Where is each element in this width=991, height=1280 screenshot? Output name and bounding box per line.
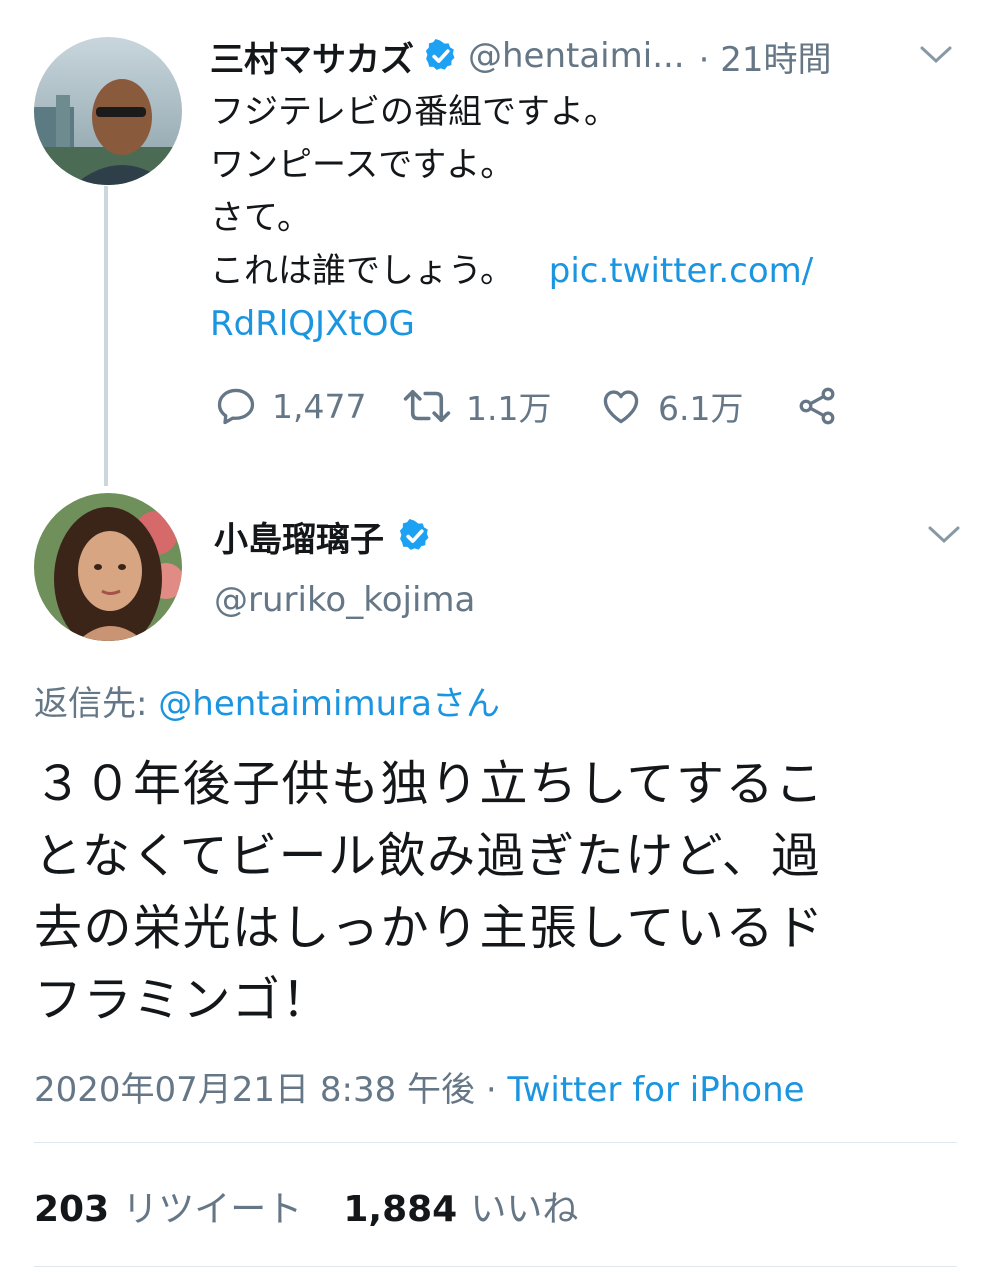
retweet-action[interactable]: 1.1万 xyxy=(402,382,598,430)
tweet1-actions: 1,477 1.1万 6.1万 xyxy=(214,380,840,432)
tweet1-body: フジテレビの番組ですよ。 ワンピースですよ。 さて。 これは誰でしょう。 pic… xyxy=(210,86,910,351)
reply-count: 1,477 xyxy=(272,386,367,426)
author-handle[interactable]: @hentaimi... xyxy=(468,36,685,76)
author-name[interactable]: 三村マサカズ xyxy=(210,32,414,81)
share-icon[interactable] xyxy=(794,384,840,428)
divider xyxy=(34,1142,957,1143)
reply-to-label: 返信先: xyxy=(34,684,159,724)
tweet-text-line: 去の栄光はしっかり主張しているド xyxy=(34,900,825,956)
like-count: 6.1万 xyxy=(658,389,744,428)
retweet-icon xyxy=(403,389,451,423)
media-link-cont[interactable]: RdRlQJXtOG xyxy=(210,298,910,351)
reply-action[interactable]: 1,477 xyxy=(214,384,402,428)
tweet-text-line: ワンピースですよ。 xyxy=(210,145,515,185)
thread-line xyxy=(104,186,108,486)
reply-icon xyxy=(217,388,255,425)
chevron-down-icon[interactable] xyxy=(918,42,954,66)
tweet-text-line: フジテレビの番組ですよ。 xyxy=(210,92,618,132)
tweet-text-line: ３０年後子供も独り立ちしてするこ xyxy=(34,756,825,812)
tweet-text-line: これは誰でしょう。 xyxy=(210,251,514,291)
like-stat[interactable]: 1,884 いいね xyxy=(343,1189,578,1230)
reply-to: 返信先: @hentaimimuraさん xyxy=(34,676,500,725)
verified-badge-icon xyxy=(425,39,455,70)
tweet-text-line: となくてビール飲み過ぎたけど、過 xyxy=(34,828,821,884)
like-label: いいね xyxy=(470,1189,579,1230)
media-link[interactable]: pic.twitter.com/ xyxy=(549,251,813,291)
heart-icon xyxy=(603,390,639,424)
tweet2-text: ３０年後子供も独り立ちしてするこ となくてビール飲み過ぎたけど、過 去の栄光はし… xyxy=(34,748,974,1036)
chevron-down-icon[interactable] xyxy=(926,522,962,546)
divider xyxy=(34,1266,957,1267)
tweet2-header: 小島瑠璃子 xyxy=(214,510,432,562)
retweet-count: 1.1万 xyxy=(466,389,552,428)
retweet-label: リツイート xyxy=(122,1189,303,1230)
engagement-stats: 203 リツイート 1,884 いいね xyxy=(34,1180,578,1232)
avatar-mimura[interactable] xyxy=(34,37,182,185)
tweet1-header: 三村マサカズ @hentaimi... · 21時間 xyxy=(210,30,832,82)
tweet-text-line: フラミンゴ！ xyxy=(34,972,332,1028)
author-handle[interactable]: @ruriko_kojima xyxy=(214,580,475,620)
timestamp[interactable]: 2020年07月21日 8:38 午後 · xyxy=(34,1070,507,1110)
like-action[interactable]: 6.1万 xyxy=(598,382,794,430)
tweet-time[interactable]: · 21時間 xyxy=(699,32,832,81)
author-name[interactable]: 小島瑠璃子 xyxy=(214,512,384,561)
like-count: 1,884 xyxy=(343,1189,458,1230)
verified-badge-icon xyxy=(399,519,429,550)
avatar-kojima[interactable] xyxy=(34,493,182,641)
retweet-stat[interactable]: 203 リツイート xyxy=(34,1189,307,1230)
tweet-meta: 2020年07月21日 8:38 午後 · Twitter for iPhone xyxy=(34,1062,805,1111)
source-link[interactable]: Twitter for iPhone xyxy=(507,1070,804,1110)
retweet-count: 203 xyxy=(34,1189,110,1230)
reply-to-handle[interactable]: @hentaimimuraさん xyxy=(158,684,500,724)
tweet-text-line: さて。 xyxy=(210,198,311,238)
